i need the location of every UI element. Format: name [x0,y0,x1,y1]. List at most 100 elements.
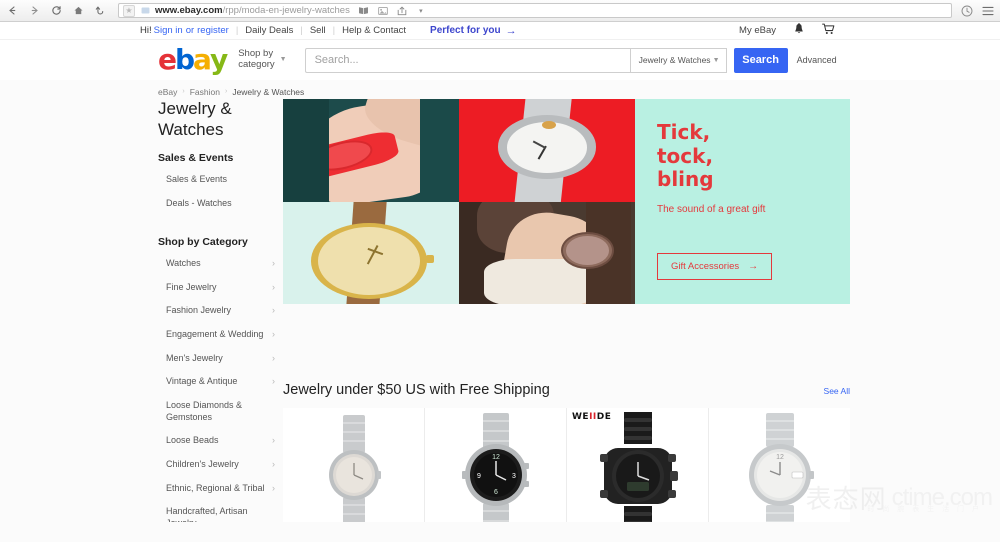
url-bar[interactable]: ★ www.ebay.com/rpp/moda-en-jewelry-watch… [118,3,952,18]
sidebar-item-label: Men's Jewelry [166,352,223,363]
history-arrow-icon[interactable] [94,4,107,18]
sidebar-item-loose-beads[interactable]: Loose Beads › [158,429,277,453]
sidebar-item-label: Engagement & Wedding [166,328,264,339]
product-card-silver-ladies-watch[interactable] [283,408,425,522]
sidebar-item-childrens-jewelry[interactable]: Children's Jewelry › [158,453,277,477]
weide-watch-image [599,412,678,522]
forward-arrow-icon[interactable] [28,4,41,18]
greeting-text: Hi! [140,25,152,36]
shop-by-category-button[interactable]: Shop by category ▼ [238,48,286,71]
search-category-value: Jewelry & Watches [638,55,711,65]
chevron-right-icon: › [272,305,275,316]
chevron-down-icon[interactable]: ▾ [415,5,427,17]
breadcrumb-separator-icon: › [182,88,185,95]
svg-text:12: 12 [492,454,500,461]
separator: | [235,25,239,36]
search-button[interactable]: Search [733,47,788,73]
register-link[interactable]: register [197,25,229,36]
page-title: Jewelry & Watches [158,99,232,139]
shop-by-category-label: Shop by category [238,48,275,70]
reload-icon[interactable] [50,4,63,18]
chevron-right-icon: › [272,257,275,268]
chevron-right-icon: › [272,482,275,493]
hero-cta-label: Gift Accessories [671,261,740,272]
main-column: Tick, tock, bling The sound of a great g… [283,97,1000,522]
sidebar-item-label: Loose Diamonds & Gemstones [166,399,243,422]
ebay-logo[interactable]: ebay [158,43,228,76]
logo-letter-b: b [175,43,195,76]
menu-icon[interactable] [982,5,994,17]
product-card-citizen-silver-watch[interactable]: 12 [709,408,850,522]
chevron-right-icon: › [272,376,275,387]
sell-link[interactable]: Sell [310,25,326,36]
home-icon[interactable] [72,4,85,18]
section-header: Jewelry under $50 US with Free Shipping … [283,382,850,398]
back-arrow-icon[interactable] [6,4,19,18]
sidebar-item-loose-diamonds-gemstones[interactable]: Loose Diamonds & Gemstones › [158,394,277,429]
search-input[interactable] [304,47,630,73]
shopping-cart-icon[interactable] [822,23,835,38]
sidebar-item-vintage-antique[interactable]: Vintage & Antique › [158,370,277,394]
help-contact-link[interactable]: Help & Contact [342,25,406,36]
gold-watch-leather-strap[interactable] [283,201,459,304]
product-card-black-dial-sport-watch[interactable]: 12 3 9 6 [425,408,567,522]
sidebar-item-label: Sales & Events [166,174,228,185]
red-watch-on-wrist[interactable] [283,99,459,202]
hero-title: Tick, tock, bling [657,120,832,192]
star-bookmark-icon[interactable]: ★ [123,4,135,17]
utility-right-links: My eBay [739,23,835,38]
clock-icon[interactable] [961,5,973,17]
sidebar-item-engagement-wedding[interactable]: Engagement & Wedding › [158,323,277,347]
advanced-search-link[interactable]: Advanced [797,55,837,65]
sidebar-item-mens-jewelry[interactable]: Men's Jewelry › [158,347,277,371]
product-grid: 12 3 9 6 WEIIDE 12 [283,408,850,522]
silver-watch-closeup[interactable] [459,99,635,202]
sidebar-item-handcrafted-artisan-jewelry[interactable]: Handcrafted, Artisan Jewelry › [158,500,277,522]
daily-deals-link[interactable]: Daily Deals [245,25,293,36]
arrow-right-icon: → [505,24,517,37]
sidebar-item-label: Fine Jewelry [166,281,217,292]
see-all-link[interactable]: See All [824,386,850,396]
rose-gold-watch-on-wrist[interactable] [459,201,635,304]
separator: | [332,25,336,36]
logo-letter-y: y [209,43,228,76]
url-domain: www.ebay.com [155,5,223,16]
sidebar-item-label: Children's Jewelry [166,459,239,470]
svg-text:6: 6 [494,489,498,496]
browser-chrome: ★ www.ebay.com/rpp/moda-en-jewelry-watch… [0,0,1000,22]
reader-icon[interactable] [358,5,370,17]
search-category-select[interactable]: Jewelry & Watches ▼ [629,47,727,73]
product-card-weide-black-digital-watch[interactable]: WEIIDE [567,408,709,522]
svg-text:12: 12 [776,454,784,461]
ebay-utility-bar: Hi! Sign in or register | Daily Deals | … [0,22,1000,40]
notification-bell-icon[interactable] [794,23,804,38]
hero-title-line-2: tock, [657,143,714,168]
page-favicon [139,5,151,17]
weide-brand-logo: WEIIDE [572,412,612,422]
logo-letter-e: e [158,43,177,76]
black-dial-sport-watch-image: 12 3 9 6 [461,413,529,522]
sidebar-item-sales-events[interactable]: Sales & Events › [158,168,277,192]
content-area: Jewelry & Watches Sales & Events Sales &… [0,97,1000,522]
perfect-for-you-promo[interactable]: Perfect for you → [430,25,517,37]
sidebar-item-fashion-jewelry[interactable]: Fashion Jewelry › [158,299,277,323]
sidebar-item-label: Ethnic, Regional & Tribal [166,482,265,493]
separator: | [300,25,303,36]
gift-accessories-button[interactable]: Gift Accessories → [657,253,773,280]
sidebar-item-label: Deals - Watches [166,198,232,209]
citizen-silver-watch-image: 12 [748,413,814,522]
sidebar-item-watches[interactable]: Watches › [158,252,277,276]
sign-in-link[interactable]: Sign in [154,25,183,36]
my-ebay-link[interactable]: My eBay [739,25,776,36]
sidebar-item-ethnic-regional-tribal[interactable]: Ethnic, Regional & Tribal › [158,477,277,501]
image-icon[interactable] [377,5,389,17]
url-text: www.ebay.com/rpp/moda-en-jewelry-watches [155,5,350,16]
sidebar-item-label: Watches [166,257,201,268]
sidebar-item-fine-jewelry[interactable]: Fine Jewelry › [158,276,277,300]
hero-banner: Tick, tock, bling The sound of a great g… [283,99,850,304]
sidebar-item-deals-watches[interactable]: Deals - Watches › [158,192,277,216]
breadcrumb-item-fashion[interactable]: Fashion [190,87,220,97]
sidebar-item-label: Loose Beads [166,435,219,446]
breadcrumb-item-ebay[interactable]: eBay [158,87,177,97]
share-icon[interactable] [396,5,408,17]
